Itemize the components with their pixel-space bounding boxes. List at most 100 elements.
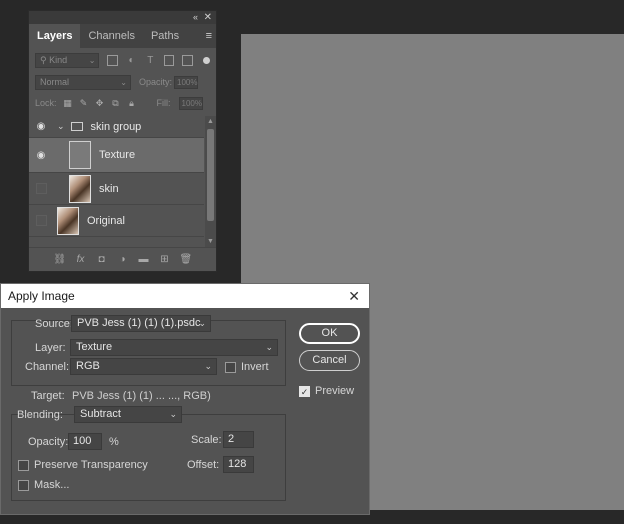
layer-row-skin[interactable]: skin [29,173,204,205]
lock-all-icon[interactable]: 🔒︎ [127,98,137,108]
mask-label: Mask... [34,479,70,491]
layers-scrollbar[interactable]: ▲ ▼ [205,116,216,247]
chevron-down-icon: ⌄ [204,361,212,371]
panel-topbar: « ✕ [29,11,216,24]
chevron-down-icon: ⌄ [169,409,177,419]
fx-icon[interactable]: fx [75,254,87,266]
scroll-up-icon[interactable]: ▲ [205,116,216,127]
fill-input[interactable]: 100% [178,96,203,110]
invert-label: Invert [241,361,269,373]
blending-label: Blending: [17,409,63,421]
scroll-down-icon[interactable]: ▼ [205,236,216,247]
layer-thumbnail [69,141,91,169]
lock-artboard-icon[interactable]: ⧉ [111,98,121,108]
layer-name: Original [87,214,125,227]
collapse-panel-icon[interactable]: « [193,11,198,24]
lock-move-icon[interactable]: ✥ [95,98,105,108]
adjustment-filter-icon[interactable]: ◐ [126,55,137,66]
layer-row-partial[interactable] [29,237,204,247]
layer-select[interactable]: Texture ⌄ [70,339,278,356]
lock-label: Lock: [35,98,57,108]
blend-mode-value: Normal [40,76,70,87]
link-icon[interactable]: ⛓ [54,254,67,266]
lock-transparent-icon[interactable]: ▦ [63,98,73,108]
layer-label: Layer: [35,342,66,354]
opacity-label: Opacity: [28,436,69,448]
dialog-titlebar: Apply Image ✕ [1,284,369,308]
layers-list: ◉ ⌄ skin group ◉ Texture skin Original [29,116,204,247]
layer-row-skin-group[interactable]: ◉ ⌄ skin group [29,116,204,138]
target-label: Target: [31,390,65,402]
layer-value: Texture [76,341,113,353]
channel-select[interactable]: RGB ⌄ [70,358,217,375]
layer-row-texture[interactable]: ◉ Texture [29,138,204,173]
source-select[interactable]: PVB Jess (1) (1) (1).psdc ⌄ [71,315,211,332]
blend-mode-select[interactable]: Normal ⌄ [35,74,131,90]
visibility-toggle[interactable] [36,215,47,226]
ok-button[interactable]: OK [299,323,360,344]
tab-paths[interactable]: Paths [143,24,187,48]
filter-kind-select[interactable]: ⚲ Kind ⌄ [35,52,100,68]
chevron-down-icon[interactable]: ⌄ [57,121,65,132]
tab-channels[interactable]: Channels [80,24,142,48]
folder-icon [70,122,83,131]
trash-icon[interactable]: 🗑︎ [180,254,193,266]
filter-toggle-icon[interactable] [203,56,210,64]
preserve-transparency-checkbox[interactable] [18,460,29,471]
source-label: Source: [35,318,73,330]
preview-checkbox[interactable]: ✓ [299,386,310,397]
new-layer-icon[interactable]: ⊞ [159,254,171,266]
panel-menu-icon[interactable]: ≡ [206,24,212,48]
layer-thumbnail [57,206,79,235]
layers-panel: « ✕ Layers Channels Paths ≡ ⚲ Kind ⌄ ◐ T… [28,10,217,272]
add-mask-icon[interactable]: ◘ [96,254,108,266]
preview-label: Preview [315,385,355,397]
opacity-input[interactable]: 100% [174,75,199,89]
visibility-eye-icon[interactable]: ◉ [29,121,53,132]
filter-kind-label: Kind [49,54,68,65]
shape-filter-icon[interactable] [163,54,175,66]
apply-image-dialog: Apply Image ✕ Source: PVB Jess (1) (1) (… [0,283,370,515]
blend-row: Normal ⌄ Opacity: 100% [29,72,216,92]
offset-label: Offset: [187,459,220,471]
chevron-down-icon: ⌄ [88,55,96,65]
preserve-transparency-label: Preserve Transparency [34,459,148,471]
layer-name: Texture [99,149,136,161]
layer-name: skin group [90,120,142,133]
chevron-down-icon: ⌄ [198,318,206,328]
invert-checkbox[interactable] [225,362,236,373]
lock-row: Lock: ▦ ✎ ✥ ⧉ 🔒︎ Fill: 100% [29,92,216,114]
mask-checkbox[interactable] [18,480,29,491]
layers-panel-footer: ⛓ fx ◘ ◑ ▬ ⊞ 🗑︎ [29,247,216,271]
type-filter-icon[interactable]: T [145,55,156,66]
close-icon[interactable]: ✕ [348,284,360,308]
blending-select[interactable]: Subtract ⌄ [74,406,182,423]
opacity-input[interactable]: 100 [68,433,102,450]
opacity-label: Opacity: [139,77,173,87]
pixel-filter-icon[interactable] [107,54,119,66]
layer-thumbnail [69,174,91,203]
scrollbar-thumb[interactable] [207,129,214,221]
close-panel-icon[interactable]: ✕ [204,11,212,24]
new-group-icon[interactable]: ▬ [138,254,150,266]
visibility-eye-icon[interactable]: ◉ [29,150,53,161]
search-icon: ⚲ [40,54,50,65]
layer-row-original[interactable]: Original [29,205,204,237]
scale-input[interactable]: 2 [223,431,254,448]
visibility-toggle[interactable] [36,183,47,194]
chevron-down-icon: ⌄ [120,77,127,87]
lock-brush-icon[interactable]: ✎ [79,98,89,108]
blending-value: Subtract [80,408,121,420]
offset-input[interactable]: 128 [223,456,254,473]
dialog-title: Apply Image [8,289,75,303]
adjustment-layer-icon[interactable]: ◑ [117,254,129,266]
fill-label: Fill: [156,98,171,108]
panel-tabs: Layers Channels Paths ≡ [29,24,216,48]
scale-label: Scale: [191,434,222,446]
cancel-button[interactable]: Cancel [299,350,360,371]
channel-label: Channel: [25,361,70,373]
chevron-down-icon: ⌄ [265,342,273,352]
tab-layers[interactable]: Layers [29,24,81,48]
channel-value: RGB [76,360,100,372]
smart-object-filter-icon[interactable] [182,54,194,66]
